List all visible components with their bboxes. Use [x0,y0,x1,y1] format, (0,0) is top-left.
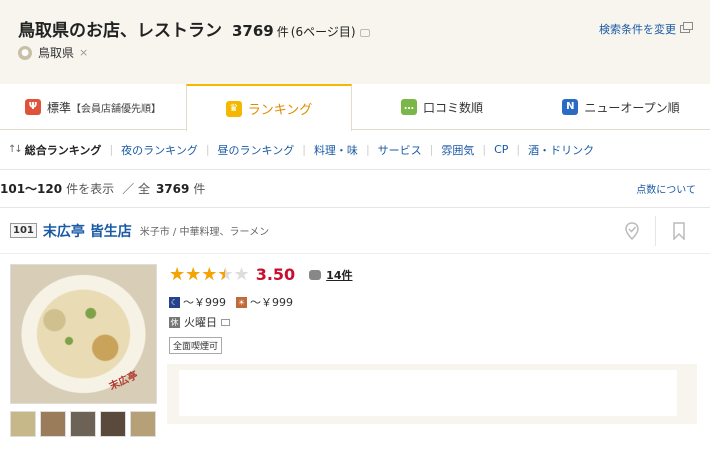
restaurant-name-link[interactable]: 末広亭 皆生店 [43,221,132,241]
comment-icon [309,269,322,280]
smoking-tag: 全面喫煙可 [169,337,223,354]
new-icon: N [562,99,579,115]
result-total-sep: ／ 全 [122,182,150,196]
change-search-label[interactable]: 検索条件を変更 [599,21,676,37]
subnav-night-ranking[interactable]: 夜のランキング [121,142,198,158]
result-range: 101～120 [0,182,63,196]
photo-plate-text: 末広亭 [107,369,140,393]
speech-bubble-icon [359,29,370,37]
tab-new-open[interactable]: N ニューオープン順 [532,84,710,130]
check-visited-icon[interactable] [617,216,647,246]
ranking-subnav: ↑↓ 総合ランキング | 夜のランキング | 昼のランキング | 料理・味 | … [0,130,710,170]
page-title: 鳥取県のお店、レストラン [18,21,222,41]
thumbnail[interactable] [100,411,126,437]
restaurant-card-header: 101 末広亭 皆生店 米子市 / 中華料理、ラーメン [0,208,710,254]
fork-knife-icon: Ψ [24,99,41,115]
budget-row: ☾ ～￥999 ☀ ～￥999 [169,294,293,310]
subnav-overall-ranking: 総合ランキング [24,143,102,157]
moon-icon: ☾ [169,296,180,308]
bookmark-icon[interactable] [664,216,694,246]
subnav-cp[interactable]: CP [494,143,508,156]
search-header: 鳥取県のお店、レストラン 3769 件 (6ページ目) 検索条件を変更 ● 鳥取… [0,0,710,84]
area-filter-tag: ● 鳥取県 × [18,44,88,61]
about-score-link[interactable]: 点数について [636,181,696,196]
rating-row: ★★★★★ ★★★★★ 3.50 14件 [169,264,352,285]
subnav-drinks[interactable]: 酒・ドリンク [528,142,594,158]
subnav-food-taste[interactable]: 料理・味 [314,142,358,158]
result-count: 3769 [232,22,274,40]
thumbnail[interactable] [40,411,66,437]
location-pin-icon: ● [18,45,32,60]
subnav-atmosphere[interactable]: 雰囲気 [441,142,474,158]
holiday-icon: 休 [169,316,180,328]
remove-filter-icon[interactable]: × [79,46,88,59]
speech-bubble-icon [221,318,230,326]
budget-lunch: ～￥999 [250,296,293,309]
result-range-suffix: 件を表示 [66,182,115,196]
review-count-link[interactable]: 14件 [326,267,352,283]
result-count-unit: 件 [276,25,289,39]
subnav-lunch-ranking[interactable]: 昼のランキング [218,142,295,158]
tab-review-count[interactable]: … 口コミ数順 [352,84,532,130]
rank-badge: 101 [10,223,37,238]
tab-ranking-label: ランキング [247,103,313,118]
tab-new-open-label: ニューオープン順 [584,100,680,115]
result-total: 3769 [155,181,190,196]
holiday-text: 火曜日 [184,316,217,329]
new-window-icon [680,22,693,33]
area-filter-label: 鳥取県 [38,46,75,60]
card-actions [617,216,694,246]
thumbnail[interactable] [130,411,156,437]
restaurant-area: 米子市 / 中華料理、ラーメン [139,227,270,238]
star-rating: ★★★★★ ★★★★★ [169,264,250,285]
results-summary: 101～120 件を表示 ／ 全 3769 件 点数について [0,170,710,208]
change-search-link[interactable]: 検索条件を変更 [599,21,693,37]
tab-standard[interactable]: Ψ 標準 【会員店舗優先順】 [0,84,186,130]
sort-tabs: Ψ 標準 【会員店舗優先順】 ♛ ランキング … 口コミ数順 N ニューオープン… [0,84,710,131]
title-row: 鳥取県のお店、レストラン 3769 件 (6ページ目) [18,16,370,41]
holiday-row: 休 火曜日 [169,314,230,330]
tab-standard-sub: 【会員店舗優先順】 [71,103,161,115]
pr-content [179,370,677,416]
thumbnail-strip [10,411,160,437]
sort-icon: ↑↓ [8,144,23,155]
pr-box [167,364,697,424]
chat-icon: … [400,99,417,115]
page-indicator: (6ページ目) [290,25,356,39]
tab-standard-label: 標準 [46,100,71,115]
tab-ranking[interactable]: ♛ ランキング [186,84,352,131]
tab-review-count-label: 口コミ数順 [422,100,483,115]
rating-score: 3.50 [255,265,296,284]
sun-icon: ☀ [236,296,247,308]
thumbnail[interactable] [70,411,96,437]
star-rating-fill: ★★★★★ [169,264,225,285]
crown-icon: ♛ [225,100,242,117]
budget-dinner: ～￥999 [183,296,226,309]
restaurant-photo[interactable]: 末広亭 [10,264,157,404]
thumbnail[interactable] [10,411,36,437]
subnav-service[interactable]: サービス [378,142,422,158]
result-total-unit: 件 [193,182,206,196]
